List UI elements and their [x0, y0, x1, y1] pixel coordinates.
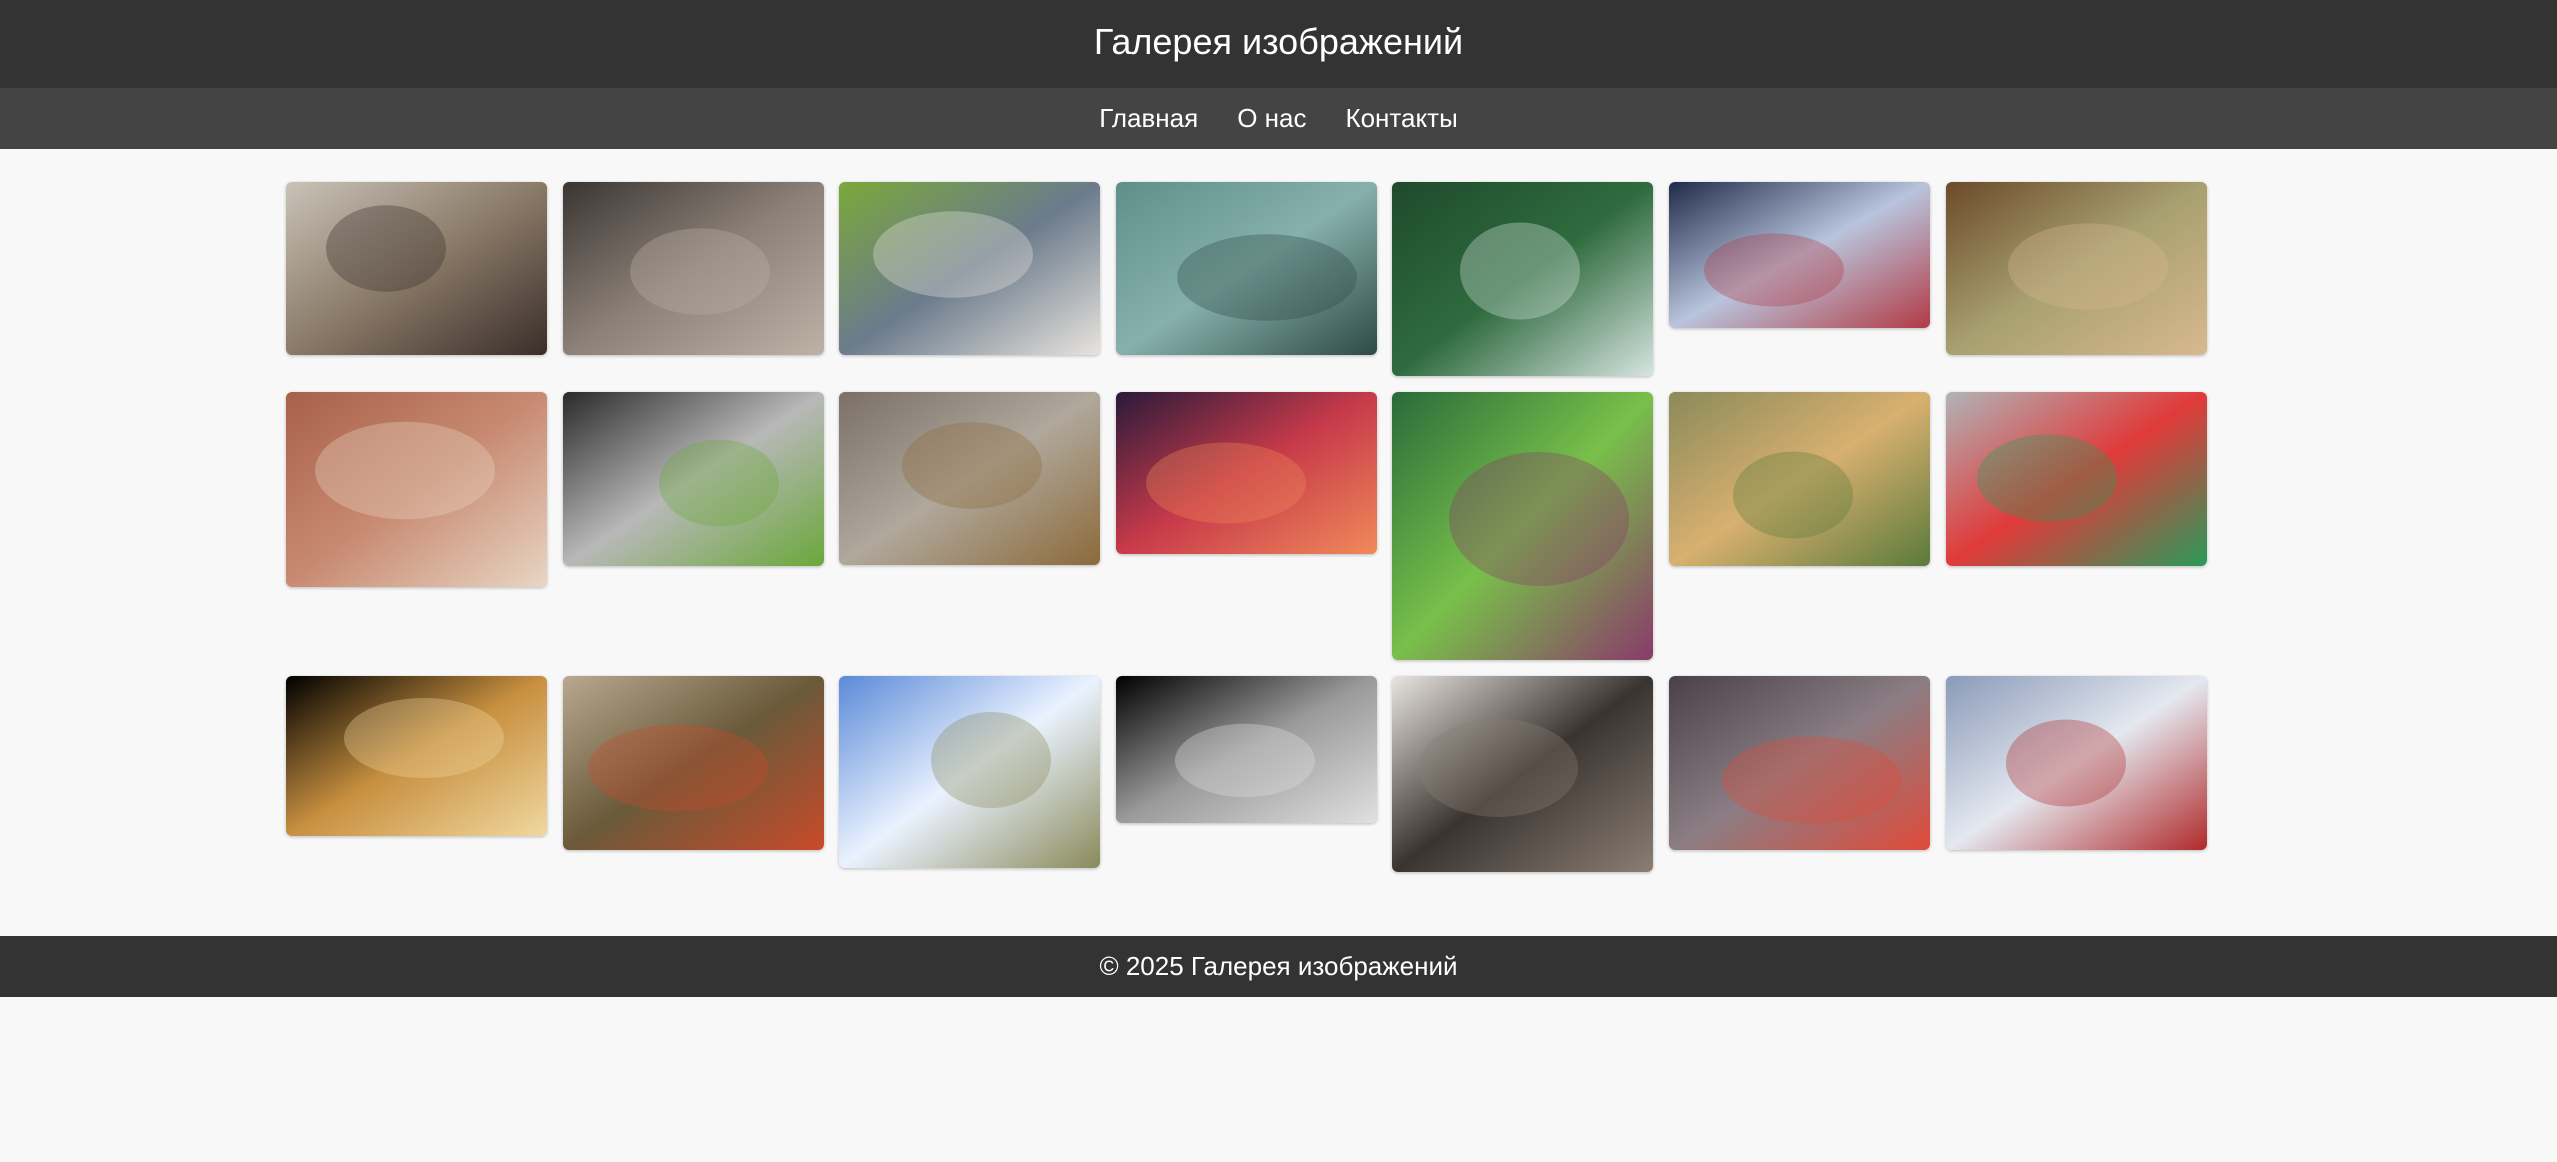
gallery-image-ornate-shop-sign[interactable]: [563, 676, 824, 850]
gallery-image-giraffe-neck[interactable]: [1946, 182, 2207, 355]
site-footer: © 2025 Галерея изображений: [0, 936, 2557, 997]
gallery-image-metal-knot[interactable]: [1116, 676, 1377, 823]
gallery-image-striped-hair-portrait[interactable]: [1669, 182, 1930, 328]
nav-link-home[interactable]: Главная: [1099, 103, 1198, 134]
gallery-image-tree-at-sunset[interactable]: [1116, 392, 1377, 554]
main-nav: Главная О нас Контакты: [0, 88, 2557, 149]
gallery-image-golden-twisted-rope[interactable]: [286, 676, 547, 836]
gallery-image-book-heart-pages[interactable]: [1392, 676, 1653, 872]
gallery-image-brick-pavement-leaves[interactable]: [286, 392, 547, 587]
gallery-image-grass-in-sand[interactable]: [563, 392, 824, 566]
nav-link-contacts[interactable]: Контакты: [1345, 103, 1457, 134]
image-gallery: [0, 149, 2557, 936]
footer-copyright: © 2025 Галерея изображений: [1099, 951, 1458, 981]
gallery-image-kayak-on-water[interactable]: [1669, 676, 1930, 850]
gallery-image-dogs-on-bridge[interactable]: [839, 392, 1100, 565]
gallery-image-snowy-mountain-hiker[interactable]: [1946, 676, 2207, 850]
gallery-image-cobblestone-manholes[interactable]: [1116, 182, 1377, 355]
gallery-image-cat-with-sunglasses[interactable]: [286, 182, 547, 355]
gallery-image-arch-sculpture-sky[interactable]: [839, 676, 1100, 868]
nav-link-about[interactable]: О нас: [1237, 103, 1306, 134]
gallery-image-colorful-ropes[interactable]: [1946, 392, 2207, 566]
site-header: Галерея изображений: [0, 0, 2557, 88]
gallery-image-golden-puppy[interactable]: [1669, 392, 1930, 566]
page-title: Галерея изображений: [1093, 21, 1464, 62]
gallery-image-poppy-bud[interactable]: [1392, 392, 1653, 660]
gallery-image-airplane-over-forest[interactable]: [1392, 182, 1653, 376]
gallery-image-mountain-chapel[interactable]: [839, 182, 1100, 355]
gallery-image-stone-statue-faces[interactable]: [563, 182, 824, 355]
